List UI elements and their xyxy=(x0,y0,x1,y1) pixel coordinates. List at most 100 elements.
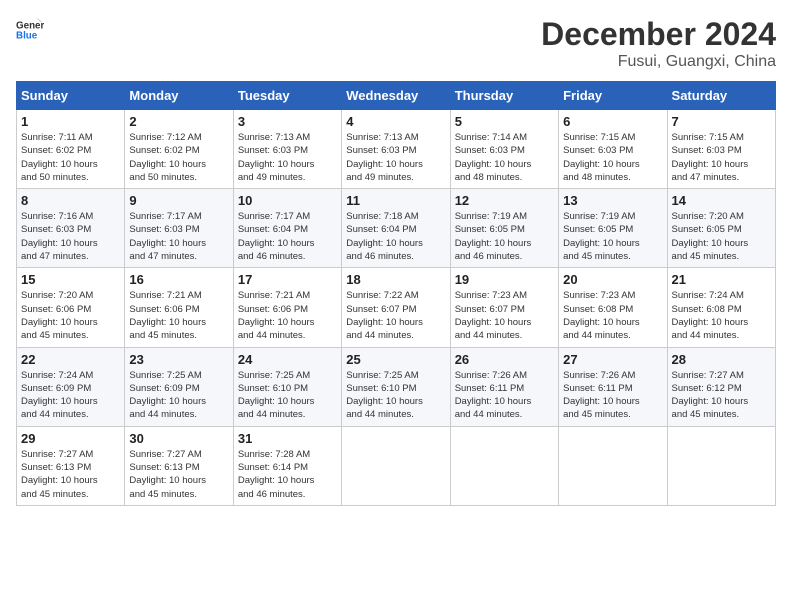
day-number: 18 xyxy=(346,272,445,287)
day-detail: Sunrise: 7:18 AM Sunset: 6:04 PM Dayligh… xyxy=(346,210,445,263)
day-detail: Sunrise: 7:22 AM Sunset: 6:07 PM Dayligh… xyxy=(346,289,445,342)
day-detail: Sunrise: 7:16 AM Sunset: 6:03 PM Dayligh… xyxy=(21,210,120,263)
logo: General Blue xyxy=(16,16,44,44)
weekday-header-wednesday: Wednesday xyxy=(342,82,450,110)
month-title: December 2024 xyxy=(541,16,776,53)
calendar-cell: 22 Sunrise: 7:24 AM Sunset: 6:09 PM Dayli… xyxy=(17,347,125,426)
day-detail: Sunrise: 7:14 AM Sunset: 6:03 PM Dayligh… xyxy=(455,131,554,184)
day-number: 3 xyxy=(238,114,337,129)
day-detail: Sunrise: 7:25 AM Sunset: 6:09 PM Dayligh… xyxy=(129,369,228,422)
day-number: 5 xyxy=(455,114,554,129)
calendar-week-1: 1 Sunrise: 7:11 AM Sunset: 6:02 PM Daylig… xyxy=(17,110,776,189)
calendar-cell: 9 Sunrise: 7:17 AM Sunset: 6:03 PM Daylig… xyxy=(125,189,233,268)
calendar-cell: 18 Sunrise: 7:22 AM Sunset: 6:07 PM Dayli… xyxy=(342,268,450,347)
calendar-cell: 25 Sunrise: 7:25 AM Sunset: 6:10 PM Dayli… xyxy=(342,347,450,426)
calendar-cell: 15 Sunrise: 7:20 AM Sunset: 6:06 PM Dayli… xyxy=(17,268,125,347)
calendar-cell: 7 Sunrise: 7:15 AM Sunset: 6:03 PM Daylig… xyxy=(667,110,775,189)
day-number: 1 xyxy=(21,114,120,129)
day-number: 19 xyxy=(455,272,554,287)
day-detail: Sunrise: 7:27 AM Sunset: 6:13 PM Dayligh… xyxy=(129,448,228,501)
calendar-cell: 8 Sunrise: 7:16 AM Sunset: 6:03 PM Daylig… xyxy=(17,189,125,268)
day-number: 17 xyxy=(238,272,337,287)
day-detail: Sunrise: 7:27 AM Sunset: 6:12 PM Dayligh… xyxy=(672,369,771,422)
location: Fusui, Guangxi, China xyxy=(541,53,776,71)
calendar-cell: 20Sunrise: 7:23 AM Sunset: 6:08 PM Dayli… xyxy=(559,268,667,347)
calendar-cell: 14 Sunrise: 7:20 AM Sunset: 6:05 PM Dayli… xyxy=(667,189,775,268)
day-number: 27 xyxy=(563,352,662,367)
day-detail: Sunrise: 7:20 AM Sunset: 6:05 PM Dayligh… xyxy=(672,210,771,263)
day-number: 30 xyxy=(129,431,228,446)
day-detail: Sunrise: 7:23 AM Sunset: 6:07 PM Dayligh… xyxy=(455,289,554,342)
day-number: 4 xyxy=(346,114,445,129)
calendar-cell: 10Sunrise: 7:17 AM Sunset: 6:04 PM Dayli… xyxy=(233,189,341,268)
day-detail: Sunrise: 7:24 AM Sunset: 6:08 PM Dayligh… xyxy=(672,289,771,342)
calendar-cell: 29 Sunrise: 7:27 AM Sunset: 6:13 PM Dayli… xyxy=(17,426,125,505)
day-number: 16 xyxy=(129,272,228,287)
day-number: 15 xyxy=(21,272,120,287)
weekday-header-tuesday: Tuesday xyxy=(233,82,341,110)
day-detail: Sunrise: 7:25 AM Sunset: 6:10 PM Dayligh… xyxy=(238,369,337,422)
calendar-week-5: 29 Sunrise: 7:27 AM Sunset: 6:13 PM Dayli… xyxy=(17,426,776,505)
day-detail: Sunrise: 7:25 AM Sunset: 6:10 PM Dayligh… xyxy=(346,369,445,422)
calendar-cell: 3 Sunrise: 7:13 AM Sunset: 6:03 PM Daylig… xyxy=(233,110,341,189)
day-detail: Sunrise: 7:28 AM Sunset: 6:14 PM Dayligh… xyxy=(238,448,337,501)
day-number: 22 xyxy=(21,352,120,367)
day-detail: Sunrise: 7:21 AM Sunset: 6:06 PM Dayligh… xyxy=(238,289,337,342)
day-number: 29 xyxy=(21,431,120,446)
day-number: 9 xyxy=(129,193,228,208)
day-detail: Sunrise: 7:23 AM Sunset: 6:08 PM Dayligh… xyxy=(563,289,662,342)
day-number: 12 xyxy=(455,193,554,208)
day-detail: Sunrise: 7:13 AM Sunset: 6:03 PM Dayligh… xyxy=(346,131,445,184)
svg-text:Blue: Blue xyxy=(16,30,38,41)
calendar-cell xyxy=(342,426,450,505)
logo-icon: General Blue xyxy=(16,16,44,44)
calendar-cell xyxy=(667,426,775,505)
day-number: 25 xyxy=(346,352,445,367)
calendar-cell: 17 Sunrise: 7:21 AM Sunset: 6:06 PM Dayli… xyxy=(233,268,341,347)
day-detail: Sunrise: 7:21 AM Sunset: 6:06 PM Dayligh… xyxy=(129,289,228,342)
day-number: 7 xyxy=(672,114,771,129)
calendar-cell: 31Sunrise: 7:28 AM Sunset: 6:14 PM Dayli… xyxy=(233,426,341,505)
calendar-cell: 11Sunrise: 7:18 AM Sunset: 6:04 PM Dayli… xyxy=(342,189,450,268)
day-number: 24 xyxy=(238,352,337,367)
calendar-cell: 1 Sunrise: 7:11 AM Sunset: 6:02 PM Daylig… xyxy=(17,110,125,189)
day-number: 14 xyxy=(672,193,771,208)
day-detail: Sunrise: 7:20 AM Sunset: 6:06 PM Dayligh… xyxy=(21,289,120,342)
calendar-week-4: 22 Sunrise: 7:24 AM Sunset: 6:09 PM Dayli… xyxy=(17,347,776,426)
calendar-cell: 16 Sunrise: 7:21 AM Sunset: 6:06 PM Dayli… xyxy=(125,268,233,347)
day-detail: Sunrise: 7:13 AM Sunset: 6:03 PM Dayligh… xyxy=(238,131,337,184)
weekday-header-sunday: Sunday xyxy=(17,82,125,110)
day-number: 6 xyxy=(563,114,662,129)
day-detail: Sunrise: 7:26 AM Sunset: 6:11 PM Dayligh… xyxy=(455,369,554,422)
day-number: 23 xyxy=(129,352,228,367)
day-detail: Sunrise: 7:17 AM Sunset: 6:03 PM Dayligh… xyxy=(129,210,228,263)
day-detail: Sunrise: 7:15 AM Sunset: 6:03 PM Dayligh… xyxy=(563,131,662,184)
day-detail: Sunrise: 7:12 AM Sunset: 6:02 PM Dayligh… xyxy=(129,131,228,184)
calendar-cell: 6 Sunrise: 7:15 AM Sunset: 6:03 PM Daylig… xyxy=(559,110,667,189)
calendar-cell: 12 Sunrise: 7:19 AM Sunset: 6:05 PM Dayli… xyxy=(450,189,558,268)
day-number: 26 xyxy=(455,352,554,367)
weekday-header-monday: Monday xyxy=(125,82,233,110)
calendar-table: SundayMondayTuesdayWednesdayThursdayFrid… xyxy=(16,81,776,506)
day-detail: Sunrise: 7:15 AM Sunset: 6:03 PM Dayligh… xyxy=(672,131,771,184)
calendar-cell xyxy=(450,426,558,505)
calendar-week-3: 15 Sunrise: 7:20 AM Sunset: 6:06 PM Dayli… xyxy=(17,268,776,347)
day-detail: Sunrise: 7:11 AM Sunset: 6:02 PM Dayligh… xyxy=(21,131,120,184)
day-number: 2 xyxy=(129,114,228,129)
calendar-cell xyxy=(559,426,667,505)
day-detail: Sunrise: 7:19 AM Sunset: 6:05 PM Dayligh… xyxy=(455,210,554,263)
day-detail: Sunrise: 7:27 AM Sunset: 6:13 PM Dayligh… xyxy=(21,448,120,501)
day-detail: Sunrise: 7:24 AM Sunset: 6:09 PM Dayligh… xyxy=(21,369,120,422)
calendar-cell: 27Sunrise: 7:26 AM Sunset: 6:11 PM Dayli… xyxy=(559,347,667,426)
day-detail: Sunrise: 7:19 AM Sunset: 6:05 PM Dayligh… xyxy=(563,210,662,263)
calendar-cell: 23 Sunrise: 7:25 AM Sunset: 6:09 PM Dayli… xyxy=(125,347,233,426)
day-number: 21 xyxy=(672,272,771,287)
calendar-cell: 5 Sunrise: 7:14 AM Sunset: 6:03 PM Daylig… xyxy=(450,110,558,189)
day-number: 8 xyxy=(21,193,120,208)
calendar-cell: 13Sunrise: 7:19 AM Sunset: 6:05 PM Dayli… xyxy=(559,189,667,268)
calendar-cell: 19 Sunrise: 7:23 AM Sunset: 6:07 PM Dayli… xyxy=(450,268,558,347)
calendar-cell: 24 Sunrise: 7:25 AM Sunset: 6:10 PM Dayli… xyxy=(233,347,341,426)
day-detail: Sunrise: 7:17 AM Sunset: 6:04 PM Dayligh… xyxy=(238,210,337,263)
weekday-header-friday: Friday xyxy=(559,82,667,110)
calendar-cell: 30 Sunrise: 7:27 AM Sunset: 6:13 PM Dayli… xyxy=(125,426,233,505)
